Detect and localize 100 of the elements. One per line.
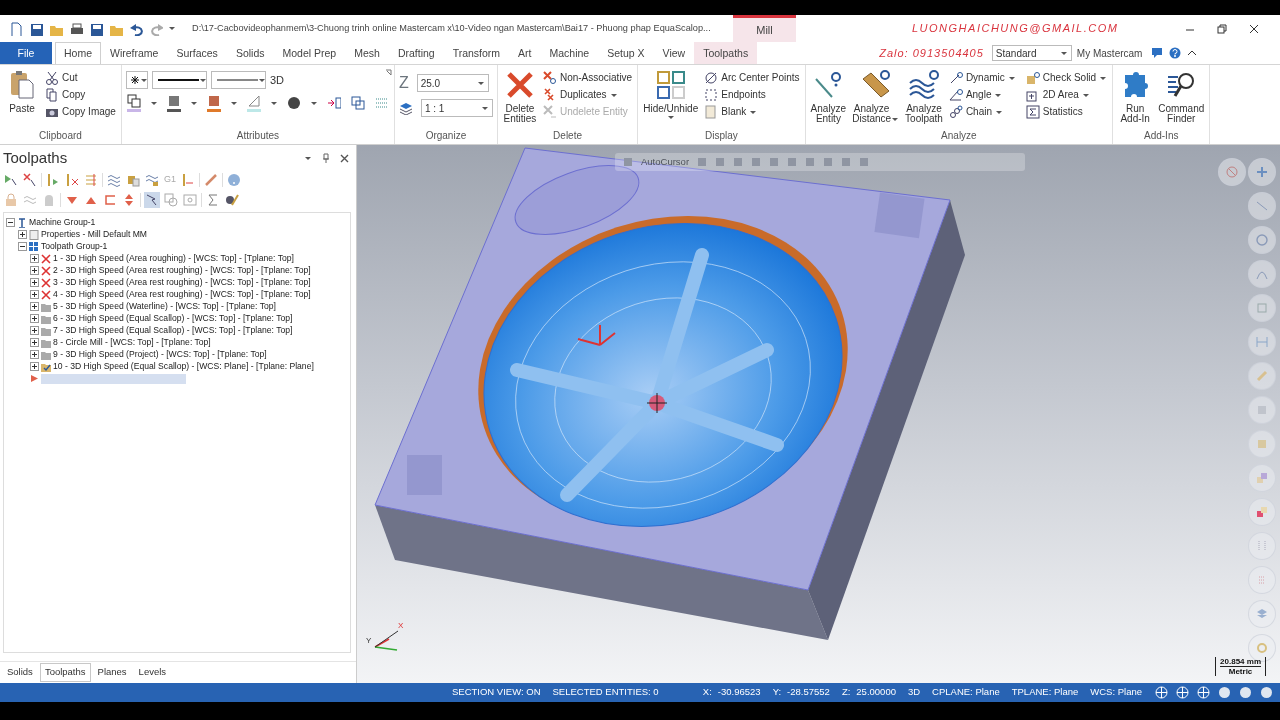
dropdown-box-button[interactable]: [182, 191, 198, 208]
view-tool-button[interactable]: [1248, 634, 1276, 662]
expand-toggle[interactable]: [30, 350, 39, 359]
triangle-button[interactable]: [245, 93, 262, 113]
ribbon-tab[interactable]: Mesh: [345, 42, 389, 64]
point-style-dropdown[interactable]: [125, 71, 148, 89]
ribbon-button[interactable]: Analyze Toolpath: [904, 67, 944, 126]
caret-icon[interactable]: [229, 100, 238, 106]
expand-toggle[interactable]: [30, 278, 39, 287]
ribbon-button[interactable]: Duplicates: [541, 86, 634, 103]
restore-button[interactable]: [1216, 22, 1228, 35]
globe-button[interactable]: [1154, 685, 1169, 700]
overlap-squares-button[interactable]: [349, 95, 366, 111]
line-style-dropdown[interactable]: [151, 71, 207, 89]
ribbon-button[interactable]: Copy: [44, 86, 117, 103]
ribbon-button[interactable]: Blank: [703, 103, 801, 120]
tool-button[interactable]: [180, 171, 196, 188]
tool-button[interactable]: [64, 171, 80, 188]
workspace-dropdown[interactable]: Standard: [991, 45, 1072, 61]
ribbon-button[interactable]: Chain: [947, 103, 1017, 120]
ribbon-tab[interactable]: Drafting: [388, 42, 444, 64]
caret-button[interactable]: [303, 154, 313, 163]
ribbon-tab[interactable]: Art: [509, 42, 541, 64]
tree-item[interactable]: 2 - 3D High Speed (Area rest roughing) - [WCS: Top] - [Tplane: Top]: [53, 264, 311, 277]
ribbon-tab[interactable]: View: [653, 42, 695, 64]
expand-toggle[interactable]: [30, 254, 39, 263]
ribbon-tab[interactable]: Home: [55, 42, 101, 64]
tree-item[interactable]: Properties - Mill Default MM: [41, 228, 147, 241]
tree-item[interactable]: 1 - 3D High Speed (Area roughing) - [WCS: Top] - [Tplane: Top]: [53, 252, 294, 265]
ribbon-tab[interactable]: Solids: [226, 42, 274, 64]
overlap-squares-button[interactable]: [125, 93, 142, 113]
expand-toggle[interactable]: [30, 362, 39, 371]
view-tool-button[interactable]: [1248, 498, 1276, 526]
cross-button[interactable]: [22, 171, 38, 188]
caret-icon[interactable]: [149, 100, 158, 106]
ribbon-button[interactable]: Angle: [947, 86, 1017, 103]
ribbon-button[interactable]: Non-Associative: [541, 69, 634, 86]
arrows-button[interactable]: [325, 95, 342, 111]
close-button[interactable]: [339, 152, 350, 164]
ribbon-button[interactable]: Command Finder: [1157, 67, 1206, 126]
globe-button[interactable]: [1175, 685, 1190, 700]
pin-button[interactable]: [321, 152, 331, 165]
sphere-button[interactable]: [1238, 685, 1253, 700]
ribbon-button[interactable]: Hide/Unhide: [642, 67, 700, 122]
ribbon-tab[interactable]: Machine: [540, 42, 599, 64]
panel-tab[interactable]: Planes: [92, 663, 132, 682]
tree-item[interactable]: 7 - 3D High Speed (Equal Scallop) - [WCS: Top] - [Tplane: Top]: [53, 324, 293, 337]
ribbon-button[interactable]: Delete Entities: [501, 67, 538, 126]
combo-field[interactable]: 1 : 1: [420, 99, 493, 117]
expand-toggle[interactable]: [30, 326, 39, 335]
expand-toggle[interactable]: [18, 230, 27, 239]
panel-tab[interactable]: Levels: [133, 663, 172, 682]
ribbon-tab[interactable]: Wireframe: [101, 42, 168, 64]
tree-item[interactable]: 3 - 3D High Speed (Area rest roughing) - [WCS: Top] - [Tplane: Top]: [53, 276, 311, 289]
ribbon-button[interactable]: Arc Center Points: [703, 69, 801, 86]
ribbon-button[interactable]: Copy Image: [44, 103, 117, 120]
dialog-launcher-icon[interactable]: [384, 69, 392, 76]
tree-item[interactable]: Toolpath Group-1: [41, 240, 108, 253]
combo-field[interactable]: 25.0: [416, 74, 489, 92]
tree-item[interactable]: 6 - 3D High Speed (Equal Scallop) - [WCS: Top] - [Tplane: Top]: [53, 312, 293, 325]
ribbon-tab[interactable]: Model Prep: [273, 42, 346, 64]
tree-item[interactable]: 5 - 3D High Speed (Waterline) - [WCS: Top] - [Tplane: Top]: [53, 300, 276, 313]
sphere-button[interactable]: [1259, 685, 1274, 700]
expand-toggle[interactable]: [30, 302, 39, 311]
ribbon-tab[interactable]: Setup X: [598, 42, 654, 64]
ribbon-tab[interactable]: Surfaces: [167, 42, 227, 64]
ribbon-button[interactable]: 2D Area: [1024, 86, 1109, 103]
wand-button[interactable]: [203, 171, 219, 188]
expand-toggle[interactable]: [30, 338, 39, 347]
ribbon-button[interactable]: Dynamic: [947, 69, 1017, 86]
expand-toggle[interactable]: [30, 266, 39, 275]
ribbon-button[interactable]: Statistics: [1024, 103, 1109, 120]
tree-item[interactable]: 8 - Circle Mill - [WCS: Top] - [Tplane: Top]: [53, 336, 211, 349]
sphere-button[interactable]: [1217, 685, 1232, 700]
ribbon-tab[interactable]: Transform: [443, 42, 510, 64]
line-width-dropdown[interactable]: [210, 71, 266, 89]
ribbon-button[interactable]: Endpoints: [703, 86, 801, 103]
expand-toggle[interactable]: [30, 314, 39, 323]
ribbon-button[interactable]: Cut: [44, 69, 117, 86]
tree-item[interactable]: 4 - 3D High Speed (Area rest roughing) - [WCS: Top] - [Tplane: Top]: [53, 288, 311, 301]
expand-toggle[interactable]: [18, 242, 27, 251]
tree-item[interactable]: 9 - 3D High Speed (Project) - [WCS: Top] - [Tplane: Top]: [53, 348, 267, 361]
help-button[interactable]: [1168, 46, 1183, 60]
ribbon-button[interactable]: Analyze Distance: [851, 67, 901, 126]
chat-button[interactable]: [1150, 46, 1165, 60]
panel-tab[interactable]: Toolpaths: [39, 663, 91, 682]
caret-icon[interactable]: [168, 24, 176, 33]
tree-item[interactable]: 10 - 3D High Speed (Equal Scallop) - [WCS: Plane] - [Tplane: Plane]: [53, 360, 314, 373]
globe-button[interactable]: [1196, 685, 1211, 700]
ribbon-tab[interactable]: Toolpaths: [694, 42, 758, 64]
tree-item[interactable]: Machine Group-1: [29, 216, 96, 229]
panel-tab[interactable]: Solids: [2, 663, 38, 682]
close-button[interactable]: [1248, 22, 1260, 35]
cursor-button[interactable]: [144, 191, 160, 208]
ribbon-button[interactable]: Check Solid: [1024, 69, 1109, 86]
ribbon-button[interactable]: Run Add-In: [1117, 67, 1154, 126]
ribbon-button[interactable]: Paste: [4, 67, 40, 116]
expand-toggle[interactable]: [30, 290, 39, 299]
dotted-grid-button[interactable]: [373, 95, 390, 111]
caret-icon[interactable]: [269, 100, 278, 106]
